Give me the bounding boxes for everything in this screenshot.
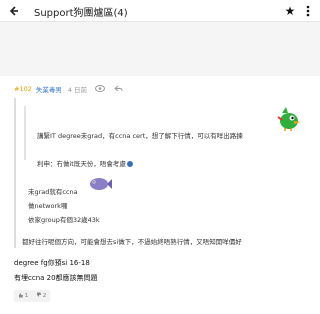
nested-quote: 講緊IT degree未grad，有ccna cert，想了解下行情，可以有咩出… (24, 106, 316, 168)
eye-icon[interactable] (95, 84, 106, 94)
reply-line: degree fg你預si 16-18 (14, 259, 90, 267)
body-line: 依家group有個32歲43k (28, 216, 100, 224)
reply-line: 有埋ccna 20都應該無問題 (14, 274, 98, 282)
post-time: 4 日前 (67, 86, 88, 94)
quote-line: 利申：冇做it既天份，唔會考慮 (37, 158, 133, 168)
floor-number: #102 (14, 85, 32, 93)
more-vertical-icon[interactable] (300, 3, 316, 19)
smiley-icon (126, 161, 133, 167)
page-title: Support狗團爐區(4) (34, 8, 128, 19)
body-line: 做network囉 (28, 202, 68, 210)
fish-sticker-icon (88, 174, 112, 194)
ad-banner (0, 22, 320, 76)
star-icon[interactable]: ★ (282, 3, 298, 19)
bird-sticker-icon (276, 105, 302, 131)
body-line: 未grad就有ccna (28, 188, 78, 196)
post-meta: #102 失業毒男 4 日前 (14, 84, 132, 94)
downvote-count: 2 (42, 293, 47, 299)
downvote-button[interactable]: 2 (36, 292, 47, 300)
reply-icon[interactable] (114, 85, 123, 94)
upvote-count: 1 (24, 293, 29, 299)
username-link[interactable]: 失業毒男 (36, 84, 62, 94)
body-line: 都好往行呢個方向，可能會想去si做下，不過始終唔熟行情，又唔知開咩價好 (22, 238, 242, 246)
quote-line: 講緊IT degree未grad，有ccna cert，想了解下行情，可以有咩出… (37, 132, 243, 140)
vote-bar: 1 2 (14, 290, 50, 302)
thumb-up-icon (18, 292, 24, 300)
thumb-down-icon (36, 292, 42, 300)
quote-block: 講緊IT degree未grad，有ccna cert，想了解下行情，可以有咩出… (14, 98, 314, 248)
back-arrow-icon[interactable] (6, 3, 22, 19)
top-bar: Support狗團爐區(4) ★ (0, 0, 320, 22)
upvote-button[interactable]: 1 (18, 292, 29, 300)
